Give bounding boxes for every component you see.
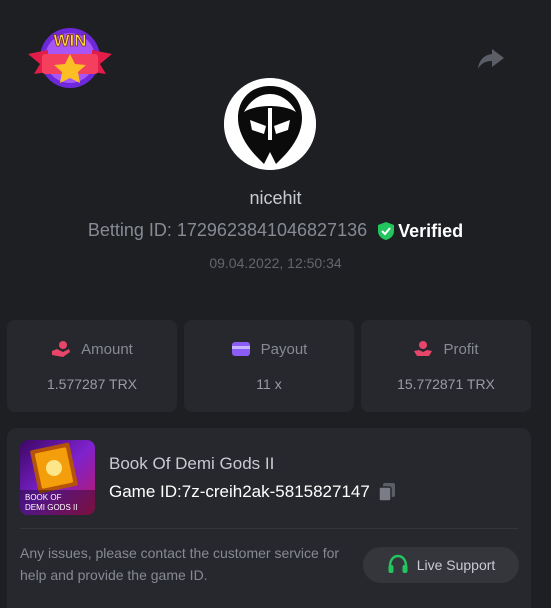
avatar [224, 78, 316, 170]
help-text: Any issues, please contact the customer … [20, 545, 340, 583]
game-id-value: 7z-creih2ak-5815827147 [181, 482, 370, 501]
hand-coin-icon [52, 341, 71, 357]
svg-text:DEMI GODS II: DEMI GODS II [25, 503, 77, 512]
betting-id-line: Betting ID: 1729623841046827136 Verified [0, 220, 551, 242]
wallet-icon [231, 342, 250, 356]
stat-value-amount: 1.577287 TRX [46, 376, 138, 392]
stat-card-payout: Payout 11 x [184, 320, 354, 412]
game-id-row: Game ID: 7z-creih2ak-5815827147 [109, 482, 396, 502]
stat-label-profit: Profit [443, 340, 479, 358]
verified-badge: Verified [378, 221, 463, 242]
shield-check-icon [378, 222, 395, 241]
stat-value-payout: 11 x [256, 376, 282, 392]
stat-card-profit: Profit 15.772871 TRX [361, 320, 531, 412]
game-id-label: Game ID: [109, 482, 182, 501]
betting-id-value: 1729623841046827136 [176, 220, 368, 240]
betting-id-label: Betting ID: [87, 220, 172, 240]
username: nicehit [249, 188, 302, 208]
svg-text:BOOK OF: BOOK OF [25, 493, 62, 502]
stat-label-payout: Payout [260, 340, 308, 358]
game-title: Book Of Demi Gods II [109, 454, 275, 473]
game-panel: BOOK OF DEMI GODS II Book Of Demi Gods I… [7, 428, 531, 608]
copy-icon[interactable] [378, 482, 396, 502]
live-support-button[interactable]: Live Support [363, 547, 519, 583]
stat-card-amount: Amount 1.577287 TRX [7, 320, 177, 412]
skull-helmet-icon [224, 78, 316, 170]
timestamp: 09.04.2022, 12:50:34 [209, 255, 342, 271]
headset-icon [388, 554, 408, 573]
stat-label-amount: Amount [81, 340, 133, 358]
win-badge-logo: WIN [28, 28, 112, 88]
share-icon[interactable] [476, 44, 506, 74]
stat-value-profit: 15.772871 TRX [397, 376, 495, 392]
hand-money-icon [414, 341, 433, 356]
book-cover-image: BOOK OF DEMI GODS II [20, 440, 95, 515]
svg-text:WIN: WIN [53, 31, 86, 50]
verified-label: Verified [398, 220, 464, 241]
live-support-label: Live Support [416, 557, 496, 573]
divider [20, 528, 518, 529]
game-thumbnail[interactable]: BOOK OF DEMI GODS II [20, 440, 95, 515]
